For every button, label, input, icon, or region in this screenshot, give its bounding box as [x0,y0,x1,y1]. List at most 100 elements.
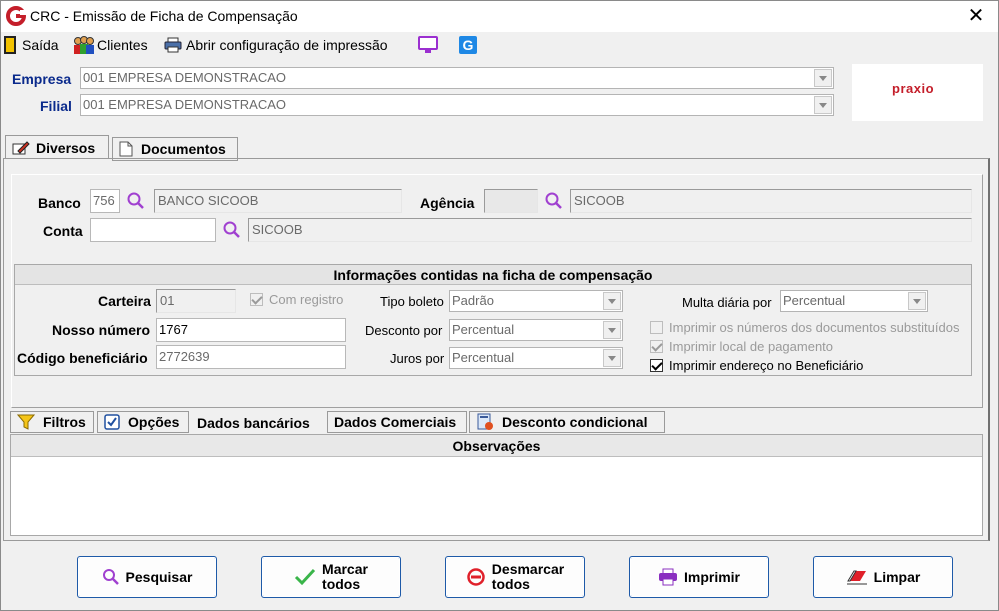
agencia-search-icon[interactable] [544,191,564,211]
svg-text:G: G [463,37,474,53]
app-logo-icon [6,6,26,26]
conta-search-icon[interactable] [222,220,242,240]
imprimir-button[interactable]: Imprimir [629,556,769,598]
tab-diversos[interactable]: Diversos [5,135,109,159]
tab-dados-bancarios-label: Dados bancários [197,415,310,431]
window-title: CRC - Emissão de Ficha de Compensação [30,8,298,24]
praxio-logo-text: praxio [892,81,935,96]
exit-label: Saída [22,37,59,53]
agencia-code-field[interactable] [484,189,538,213]
pencil-icon [12,140,30,155]
desconto-por-value: Percentual [452,322,515,337]
tab-documentos-label: Documentos [141,141,226,157]
tab-filtros[interactable]: Filtros [10,411,94,433]
tab-desconto-condicional[interactable]: Desconto condicional [469,411,665,433]
filial-select[interactable]: 001 EMPRESA DEMONSTRACAO [80,94,834,116]
empresa-label: Empresa [12,71,72,87]
desmarcar-line2: todos [491,576,530,592]
tipo-boleto-select[interactable]: Padrão [449,290,623,312]
codigo-beneficiario-label: Código beneficiário [17,350,148,366]
desconto-por-select[interactable]: Percentual [449,319,623,341]
tab-desconto-condicional-label: Desconto condicional [502,414,648,430]
marcar-todos-button[interactable]: Marcar todos [261,556,401,598]
imprimir-endereco-check[interactable] [650,359,663,372]
clients-icon [73,36,95,54]
tab-opcoes-label: Opções [128,414,180,430]
com-registro-check [250,293,263,306]
check-square-icon [104,414,120,430]
tipo-boleto-value: Padrão [452,293,494,308]
marcar-line2: todos [322,576,361,592]
pesquisar-label: Pesquisar [125,568,193,585]
conta-code-field[interactable] [90,218,216,242]
clients-button[interactable]: Clientes [73,35,148,55]
codigo-beneficiario-field[interactable]: 2772639 [156,345,346,369]
juros-por-select[interactable]: Percentual [449,347,623,369]
desconto-por-dropdown-icon[interactable] [603,321,621,339]
tipo-boleto-dropdown-icon[interactable] [603,292,621,310]
multa-select[interactable]: Percentual [780,290,928,312]
imprimir-docs-label: Imprimir os números dos documentos subst… [669,320,960,335]
print-config-button[interactable]: Abrir configuração de impressão [164,35,388,55]
print-icon [658,568,678,586]
com-registro-label: Com registro [269,292,344,307]
tab-opcoes[interactable]: Opções [97,411,189,433]
exit-button[interactable]: Saída [4,35,59,55]
limpar-button[interactable]: Limpar [813,556,953,598]
imprimir-docs-check [650,321,663,334]
observacoes-textarea[interactable] [13,460,980,534]
tipo-boleto-label: Tipo boleto [380,294,444,309]
filial-dropdown-icon[interactable] [814,96,832,114]
tab-dados-comerciais-label: Dados Comerciais [334,414,457,430]
tab-dados-bancarios[interactable]: Dados bancários [191,411,325,435]
com-registro-checkbox: Com registro [250,292,343,307]
printer-icon [164,37,182,53]
multa-dropdown-icon[interactable] [908,292,926,310]
juros-por-dropdown-icon[interactable] [603,349,621,367]
pesquisar-button[interactable]: Pesquisar [77,556,217,598]
tab-filtros-label: Filtros [43,414,86,430]
imprimir-local-checkbox: Imprimir local de pagamento [650,339,833,354]
imprimir-endereco-label: Imprimir endereço no Beneficiário [669,358,864,373]
banco-search-icon[interactable] [126,191,146,211]
search-icon [102,568,120,586]
desmarcar-todos-button[interactable]: Desmarcar todos [445,556,585,598]
nosso-numero-field[interactable]: 1767 [156,318,346,342]
desmarcar-todos-label: Desmarcar todos [492,562,564,592]
filial-label: Filial [40,98,72,114]
monitor-icon[interactable] [417,35,439,55]
carteira-label: Carteira [98,293,151,309]
carteira-field: 01 [156,289,236,313]
app-g-icon[interactable]: G [458,35,478,55]
document-icon [119,141,133,157]
print-config-label: Abrir configuração de impressão [186,37,388,53]
banco-label: Banco [38,195,81,211]
filter-icon [16,414,36,430]
marcar-todos-label: Marcar todos [322,562,368,592]
imprimir-endereco-checkbox[interactable]: Imprimir endereço no Beneficiário [650,358,863,373]
imprimir-docs-checkbox: Imprimir os números dos documentos subst… [650,320,959,335]
tab-diversos-label: Diversos [36,139,96,156]
close-button[interactable]: ✕ [960,4,992,28]
banco-code-field[interactable]: 756 [90,189,120,213]
juros-por-label: Juros por [390,351,445,366]
empresa-select[interactable]: 001 EMPRESA DEMONSTRACAO [80,67,834,89]
clients-label: Clientes [97,37,148,53]
desconto-por-label: Desconto por [365,323,443,338]
exit-door-icon [4,36,16,54]
empresa-dropdown-icon[interactable] [814,69,832,87]
ficha-section-title: Informações contidas na ficha de compens… [15,265,971,285]
juros-por-value: Percentual [452,350,515,365]
checkmark-icon [294,568,316,586]
imprimir-local-label: Imprimir local de pagamento [669,339,834,354]
agencia-label: Agência [420,195,475,211]
imprimir-local-check [650,340,663,353]
marcar-line1: Marcar [322,561,368,577]
eraser-icon [846,569,868,585]
empresa-value: 001 EMPRESA DEMONSTRACAO [83,70,286,85]
prohibited-icon [466,567,486,587]
desmarcar-line1: Desmarcar [491,561,565,577]
nosso-numero-label: Nosso número [52,322,151,338]
agencia-name-field: SICOOB [570,189,972,213]
tab-dados-comerciais[interactable]: Dados Comerciais [327,411,467,433]
